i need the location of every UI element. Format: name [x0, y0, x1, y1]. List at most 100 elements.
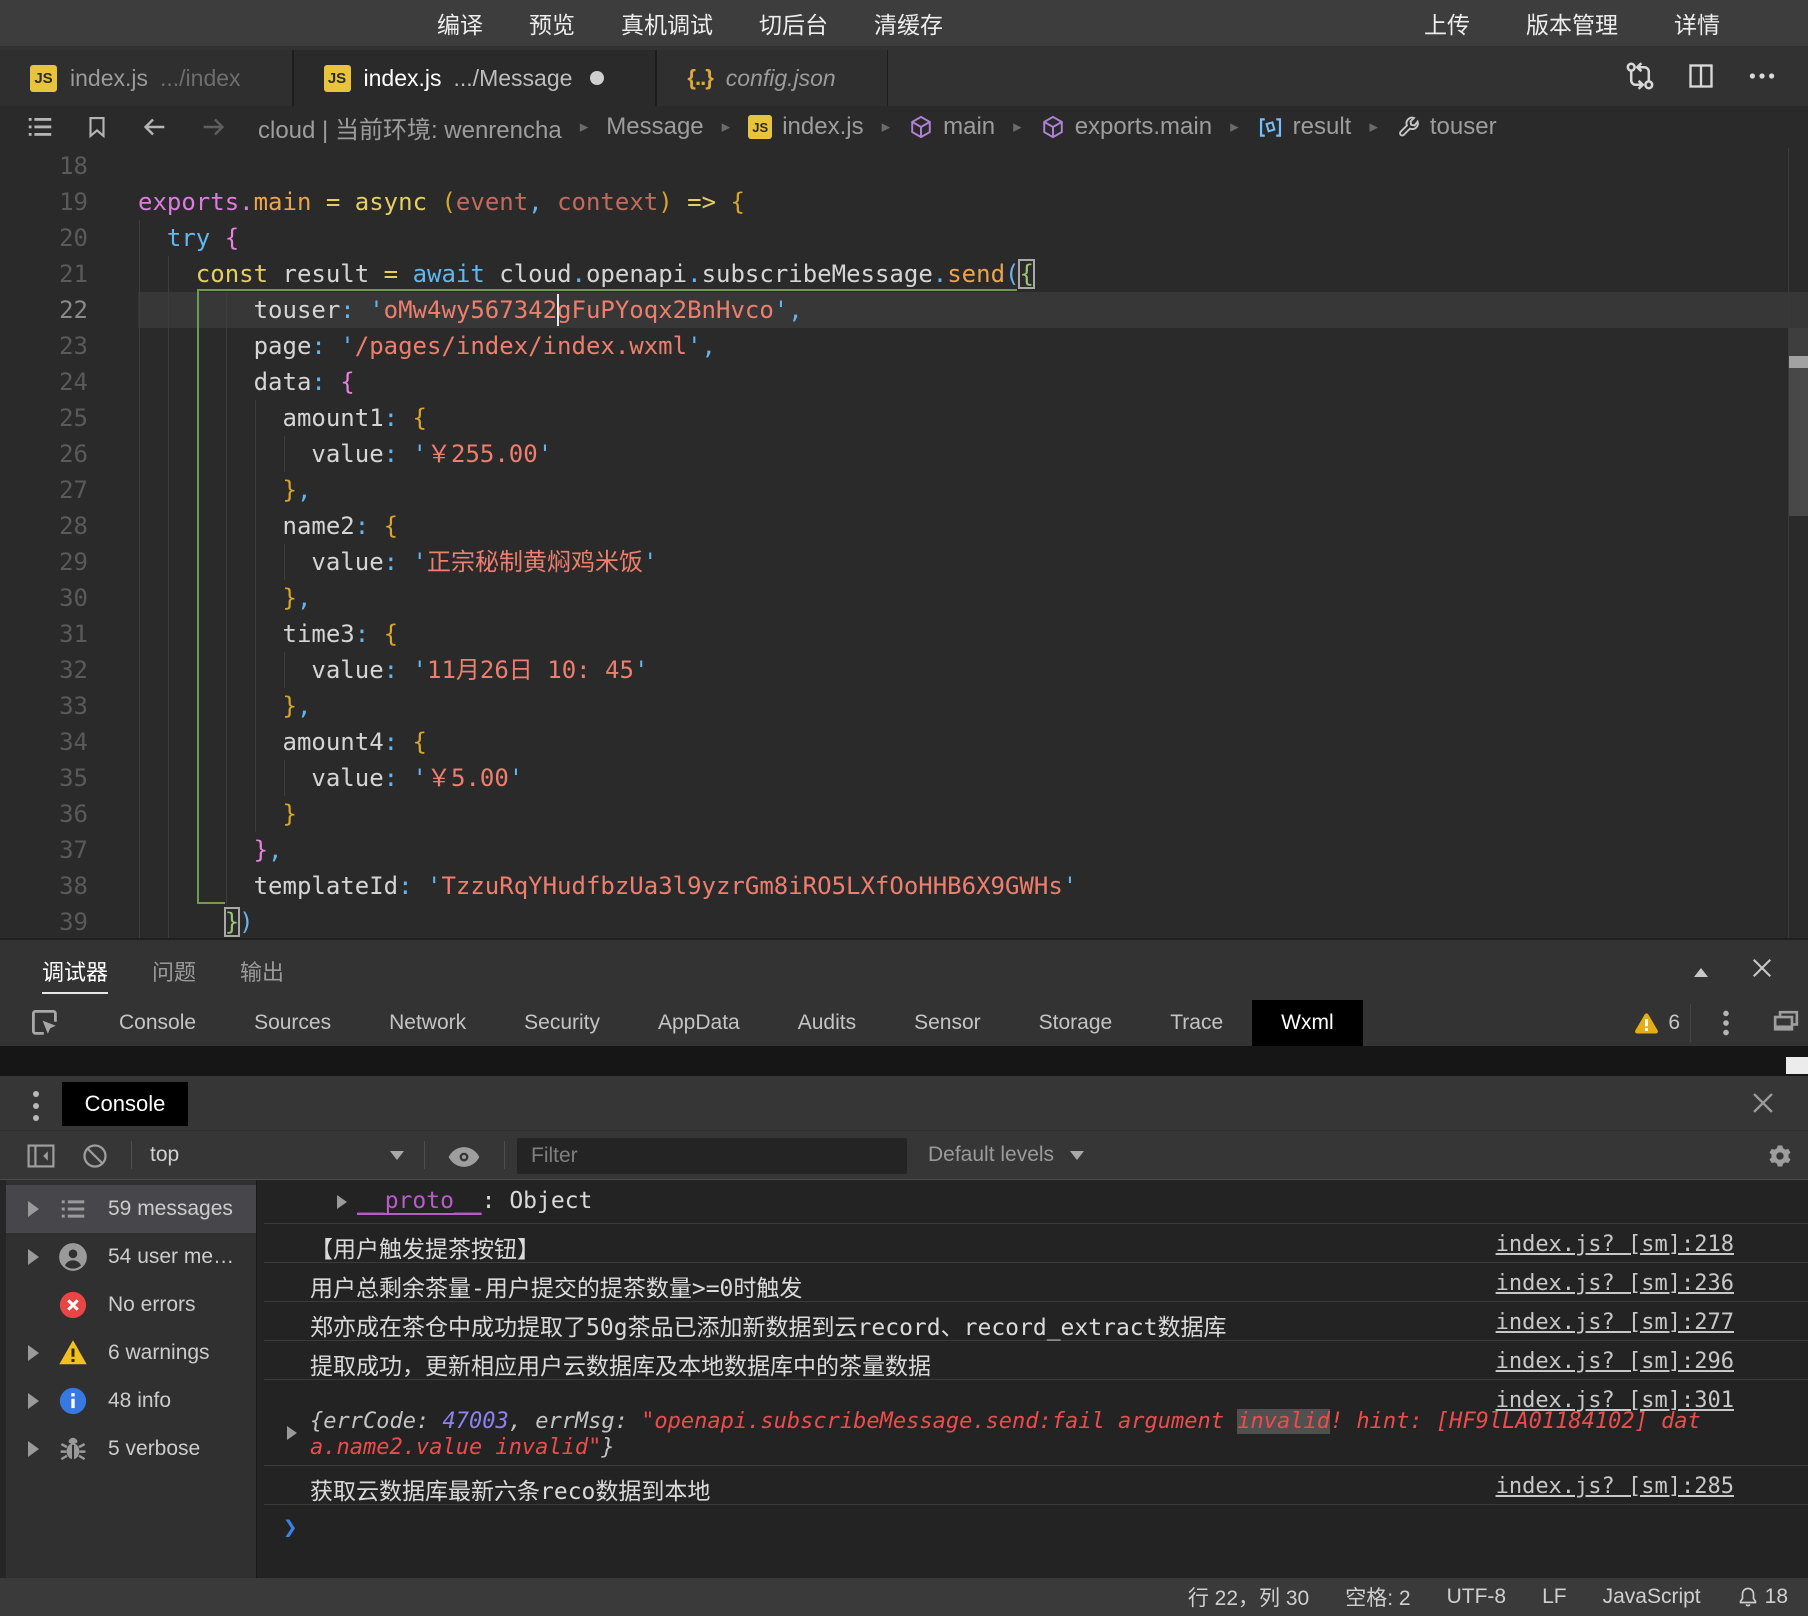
- console-filter-6-warnings[interactable]: 6 warnings: [6, 1329, 256, 1377]
- expand-caret-icon[interactable]: [28, 1345, 39, 1361]
- message-text: 郑亦成在茶仓中成功提取了50g茶品已添加新数据到云record、record_e…: [310, 1315, 1227, 1341]
- devtools-tab-security[interactable]: Security: [495, 1000, 629, 1046]
- breadcrumb-separator-icon: ▸: [721, 117, 731, 136]
- devtools-tab-network[interactable]: Network: [360, 1000, 495, 1046]
- statusbar-notifications[interactable]: 18: [1737, 1585, 1788, 1609]
- message-text: 用户总剩余茶量-用户提交的提茶数量>=0时触发: [310, 1276, 803, 1302]
- menu-item-4[interactable]: 切后台: [759, 6, 828, 40]
- statusbar-encoding[interactable]: UTF-8: [1447, 1585, 1507, 1609]
- editor-scrollbar-thumb[interactable]: [1789, 368, 1808, 516]
- line-number-18: 18: [59, 152, 88, 180]
- console-filter-5-verbose[interactable]: 5 verbose: [6, 1425, 256, 1473]
- editor-tab-index.js.../index[interactable]: JS index.js .../index: [0, 50, 293, 106]
- tab-title: index.js: [70, 64, 148, 91]
- devtools-tab-storage[interactable]: Storage: [1010, 1000, 1142, 1046]
- menu-item-5[interactable]: 清缓存: [874, 6, 943, 40]
- clear-console-icon[interactable]: [80, 1141, 110, 1171]
- arrow-left-icon[interactable]: [138, 112, 170, 142]
- bookmark-icon[interactable]: [84, 112, 110, 142]
- warning-count-badge[interactable]: 6: [1633, 1011, 1680, 1036]
- menu-item-2[interactable]: 预览: [529, 6, 575, 40]
- menu-item-1[interactable]: 编译: [437, 6, 483, 40]
- collapse-panel-icon[interactable]: [1694, 968, 1708, 977]
- more-actions-icon[interactable]: [1746, 60, 1778, 92]
- expand-caret-icon[interactable]: [28, 1393, 39, 1409]
- breadcrumb-item-index.js[interactable]: JS index.js: [748, 113, 864, 141]
- devtools-tab-trace[interactable]: Trace: [1141, 1000, 1252, 1046]
- debugger-tab-3[interactable]: 输出: [240, 940, 284, 1002]
- outline-icon[interactable]: [24, 112, 56, 142]
- source-link[interactable]: index.js? [sm]:236: [1496, 1271, 1734, 1296]
- breadcrumb-root[interactable]: cloud | 当前环境: wenrencha: [258, 110, 562, 145]
- line-number-32: 32: [59, 656, 88, 684]
- toggle-sidebar-icon[interactable]: [25, 1140, 57, 1172]
- menu-item-right-3[interactable]: 详情: [1674, 6, 1720, 40]
- close-console-icon[interactable]: [1750, 1090, 1776, 1116]
- dock-side-icon[interactable]: [1772, 1009, 1800, 1037]
- expand-caret-icon[interactable]: [28, 1249, 39, 1265]
- modified-dot-icon: [590, 71, 605, 85]
- source-link[interactable]: index.js? [sm]:296: [1496, 1349, 1734, 1374]
- inspect-element-icon[interactable]: [0, 1007, 90, 1039]
- devtools-tab-sensor[interactable]: Sensor: [885, 1000, 1010, 1046]
- debugger-tab-2[interactable]: 问题: [152, 940, 196, 1002]
- console-filter-48-info[interactable]: 48 info: [6, 1377, 256, 1425]
- log-levels-selector[interactable]: Default levels: [928, 1143, 1054, 1167]
- breadcrumb-item-result[interactable]: result: [1257, 113, 1351, 141]
- devtools-tab-sources[interactable]: Sources: [225, 1000, 360, 1046]
- console-settings-icon[interactable]: [1766, 1142, 1794, 1170]
- code-editor[interactable]: 18 19 20 21 22 23 24 25 26 27 28 29 30 31 32 33 34 35 36 37…: [0, 148, 1808, 938]
- close-debugger-icon[interactable]: [1750, 956, 1774, 980]
- prompt-chevron-icon: ❯: [283, 1513, 298, 1541]
- expand-caret-icon[interactable]: [287, 1426, 297, 1440]
- debugger-panel-bar: 调试器 问题 输出: [0, 938, 1808, 1000]
- breadcrumb-item-main[interactable]: main: [908, 113, 995, 141]
- editor-tab-config.json[interactable]: {..} config.json: [656, 50, 888, 106]
- tab-title: index.js: [363, 64, 442, 91]
- breadcrumb-item-touser[interactable]: touser: [1396, 113, 1497, 141]
- line-number-27: 27: [59, 476, 88, 504]
- filter-input[interactable]: Filter: [517, 1138, 907, 1174]
- expand-caret-icon[interactable]: [28, 1441, 39, 1457]
- context-selector[interactable]: top: [150, 1143, 179, 1167]
- console-menu-icon[interactable]: [33, 1091, 39, 1121]
- split-editor-icon[interactable]: [1686, 61, 1716, 91]
- console-filter-54-user-messages[interactable]: 54 user messages: [6, 1233, 256, 1281]
- devtools-tab-appdata[interactable]: AppData: [629, 1000, 769, 1046]
- menu-item-3[interactable]: 真机调试: [621, 6, 713, 40]
- live-expression-icon[interactable]: [447, 1144, 481, 1170]
- console-prompt[interactable]: ❯: [264, 1505, 1808, 1578]
- statusbar-indentation[interactable]: 空格: 2: [1345, 1582, 1410, 1612]
- statusbar-cursor-position[interactable]: 行 22，列 30: [1188, 1582, 1309, 1612]
- expand-caret-icon[interactable]: [28, 1201, 39, 1217]
- source-link[interactable]: index.js? [sm]:285: [1496, 1474, 1734, 1499]
- expand-caret-icon[interactable]: [337, 1195, 347, 1209]
- menu-item-right-2[interactable]: 版本管理: [1526, 6, 1618, 40]
- devtools-tab-wxml[interactable]: Wxml: [1252, 1000, 1363, 1046]
- devtools-tab-console[interactable]: Console: [90, 1000, 225, 1046]
- console-filter-59-messages[interactable]: 59 messages: [6, 1185, 256, 1233]
- statusbar-eol[interactable]: LF: [1542, 1585, 1567, 1609]
- statusbar-language-mode[interactable]: JavaScript: [1603, 1585, 1701, 1609]
- editor-tab-index.js.../Message[interactable]: JS index.js .../Message: [292, 50, 657, 106]
- breadcrumb-item-Message[interactable]: Message: [606, 113, 703, 141]
- code-line-32: value: '11月26日 10: 45': [138, 656, 649, 684]
- devtools-menu-icon[interactable]: [1711, 1008, 1741, 1038]
- breadcrumb-item-exports.main[interactable]: exports.main: [1040, 113, 1212, 141]
- debugger-tab-1[interactable]: 调试器: [42, 940, 109, 1002]
- compare-changes-icon[interactable]: [1624, 60, 1656, 92]
- console-message-error: index.js? [sm]:301 {errCode: 47003, errMs…: [264, 1380, 1808, 1466]
- console-tab[interactable]: Console: [62, 1082, 188, 1126]
- code-line-35: value: '￥5.00': [138, 764, 524, 792]
- line-number-39: 39: [59, 908, 88, 936]
- devtools-tab-audits[interactable]: Audits: [769, 1000, 885, 1046]
- context-dropdown-icon[interactable]: [390, 1151, 404, 1160]
- arrow-right-icon[interactable]: [198, 112, 230, 142]
- source-link[interactable]: index.js? [sm]:277: [1496, 1310, 1734, 1335]
- panel-scrollbar-nub[interactable]: [1786, 1057, 1808, 1074]
- console-filter-no-errors[interactable]: No errors: [6, 1281, 256, 1329]
- javascript-file-icon: JS: [748, 115, 773, 139]
- levels-dropdown-icon[interactable]: [1070, 1151, 1084, 1160]
- menu-item-right-1[interactable]: 上传: [1424, 6, 1470, 40]
- source-link[interactable]: index.js? [sm]:218: [1496, 1232, 1734, 1257]
